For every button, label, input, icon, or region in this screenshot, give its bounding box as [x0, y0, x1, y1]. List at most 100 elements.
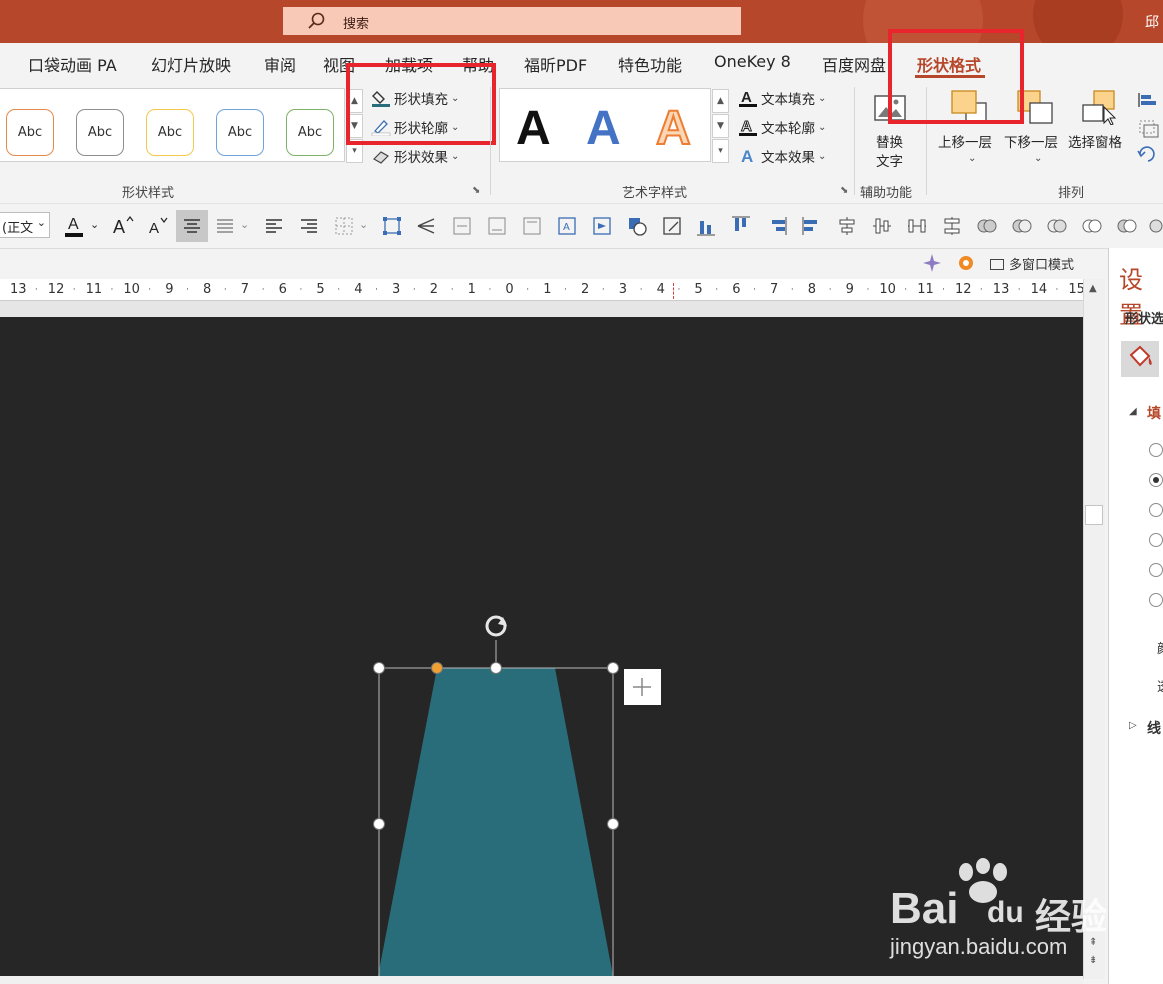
tab-foxit-pdf[interactable]: 福昕PDF: [524, 52, 587, 76]
text-outline-button[interactable]: A 文本轮廓 ⌄: [738, 116, 826, 138]
wordart-style-1[interactable]: A: [516, 101, 551, 156]
align-right-button[interactable]: [297, 214, 321, 238]
shape-style-4[interactable]: Abc: [216, 109, 264, 156]
intersect-button[interactable]: [1080, 214, 1104, 238]
wordart-scroll-down-button[interactable]: ▼: [712, 114, 729, 138]
text-box-bottom-button[interactable]: [485, 214, 509, 238]
scrollbar-thumb[interactable]: [1085, 505, 1103, 525]
chevron-down-icon[interactable]: ⌄: [90, 218, 99, 231]
user-name[interactable]: 邱: [1145, 12, 1159, 32]
tab-onekey[interactable]: OneKey 8: [714, 52, 791, 71]
scroll-up-icon[interactable]: ▲: [1089, 283, 1097, 294]
adjust-handle[interactable]: [431, 662, 443, 674]
font-size-select[interactable]: (正文 ⌄: [0, 212, 50, 238]
distribute-horizontal-button[interactable]: [905, 214, 929, 238]
fill-line-tab[interactable]: [1121, 341, 1159, 377]
fill-option-radio[interactable]: [1149, 533, 1163, 547]
grow-font-button[interactable]: A: [111, 214, 135, 238]
align-right-objects-button[interactable]: [765, 214, 789, 238]
tab-review[interactable]: 审阅: [264, 52, 296, 76]
resize-handle[interactable]: [373, 662, 385, 674]
shrink-font-button[interactable]: A: [145, 214, 169, 238]
text-to-shape-button[interactable]: [590, 214, 614, 238]
ruler-minor-tick: ·: [677, 285, 681, 295]
text-effects-button[interactable]: A 文本效果 ⌄: [738, 145, 826, 167]
shape-merge-button[interactable]: [625, 214, 649, 238]
shape-style-5[interactable]: Abc: [286, 109, 334, 156]
crop-shape-button[interactable]: [660, 214, 684, 238]
gear-icon[interactable]: [955, 252, 977, 274]
align-buttons[interactable]: [1136, 91, 1163, 171]
wordart-more-button[interactable]: ▾: [712, 139, 729, 163]
table-borders-button[interactable]: [332, 214, 356, 238]
align-left-objects-button[interactable]: [800, 214, 824, 238]
shape-style-3[interactable]: Abc: [146, 109, 194, 156]
fill-option-radio[interactable]: [1149, 503, 1163, 517]
multiwindow-button[interactable]: 多窗口模式: [990, 254, 1074, 273]
shape-style-2[interactable]: Abc: [76, 109, 124, 156]
ruler-minor-tick: ·: [753, 285, 756, 295]
dialog-launcher-icon[interactable]: ⬊: [840, 185, 848, 196]
text-box-header-button[interactable]: [520, 214, 544, 238]
tab-slideshow[interactable]: 幻灯片放映: [151, 52, 231, 76]
horizontal-scrollbar[interactable]: [0, 976, 1083, 984]
resize-handle[interactable]: [607, 662, 619, 674]
align-center-objects-button[interactable]: [835, 214, 859, 238]
rotate-handle[interactable]: [485, 615, 507, 637]
send-backward-label: 下移一层: [1004, 135, 1058, 151]
align-left-button[interactable]: [262, 214, 286, 238]
triangle-tool-button[interactable]: [414, 214, 438, 238]
subtract-button[interactable]: [1115, 214, 1139, 238]
wordart-scroll-up-button[interactable]: ▲: [712, 89, 729, 113]
line-section-header[interactable]: 线: [1147, 718, 1161, 738]
font-color-button[interactable]: A: [62, 214, 86, 238]
shape-op-button[interactable]: [1145, 214, 1163, 238]
tab-pocket-animation[interactable]: 口袋动画 PA: [28, 52, 117, 76]
search-input[interactable]: 搜索: [283, 7, 741, 35]
pane-subtitle[interactable]: 形状选: [1125, 308, 1163, 327]
fragment-button[interactable]: [1045, 214, 1069, 238]
trapezoid-shape[interactable]: [378, 668, 613, 976]
fill-option-radio[interactable]: [1149, 563, 1163, 577]
resize-handle[interactable]: [373, 818, 385, 830]
tab-baidu-netdisk[interactable]: 百度网盘: [822, 52, 886, 76]
union-button[interactable]: [975, 214, 999, 238]
baidu-jingyan-watermark: Bai du 经验 jingyan.baidu.com: [890, 858, 1150, 968]
wordart-style-3[interactable]: A: [655, 101, 692, 156]
fill-section-header[interactable]: 填: [1147, 403, 1161, 423]
resize-handle[interactable]: [607, 818, 619, 830]
expand-triangle-icon[interactable]: ▷: [1129, 720, 1137, 731]
resize-handle[interactable]: [490, 662, 502, 674]
chevron-down-icon: ⌄: [451, 150, 460, 162]
tab-special[interactable]: 特色功能: [618, 52, 682, 76]
shape-style-1[interactable]: Abc: [6, 109, 54, 156]
text-fill-button[interactable]: A 文本填充 ⌄: [738, 87, 826, 109]
fill-option-radio[interactable]: [1149, 443, 1163, 457]
group-separator: [490, 87, 491, 195]
chevron-down-icon: ⌄: [36, 216, 46, 229]
chevron-down-icon[interactable]: ⌄: [359, 218, 368, 231]
chevron-down-icon[interactable]: ⌄: [240, 218, 249, 231]
ruler-minor-tick: ·: [148, 285, 152, 295]
ruler-minor-tick: ·: [526, 285, 530, 295]
selection-pane-button[interactable]: 选择窗格: [1068, 89, 1130, 159]
justify-button[interactable]: [213, 214, 237, 238]
magic-icon[interactable]: [921, 252, 943, 274]
fill-option-radio[interactable]: [1149, 473, 1163, 487]
text-fill-label: 文本填充: [761, 92, 815, 108]
text-box-top-button[interactable]: [450, 214, 474, 238]
align-bottom-button[interactable]: [694, 214, 718, 238]
fill-option-radio[interactable]: [1149, 593, 1163, 607]
shape-effects-button[interactable]: 形状效果 ⌄: [371, 145, 459, 167]
wordart-style-2[interactable]: A: [586, 101, 621, 156]
collapse-triangle-icon[interactable]: ◢: [1129, 406, 1137, 417]
combine-button[interactable]: [1010, 214, 1034, 238]
ribbon: Abc Abc Abc Abc Abc ▲ ▼ ▾ 形状填充 ⌄ 形状轮廓 ⌄ 形状…: [0, 29, 1163, 203]
align-middle-button[interactable]: [870, 214, 894, 238]
dialog-launcher-icon[interactable]: ⬊: [472, 185, 480, 196]
align-top-button[interactable]: [729, 214, 753, 238]
distribute-vertical-button[interactable]: [940, 214, 964, 238]
edit-points-button[interactable]: [380, 214, 404, 238]
align-center-button[interactable]: [176, 210, 208, 242]
text-frame-button[interactable]: A: [555, 214, 579, 238]
